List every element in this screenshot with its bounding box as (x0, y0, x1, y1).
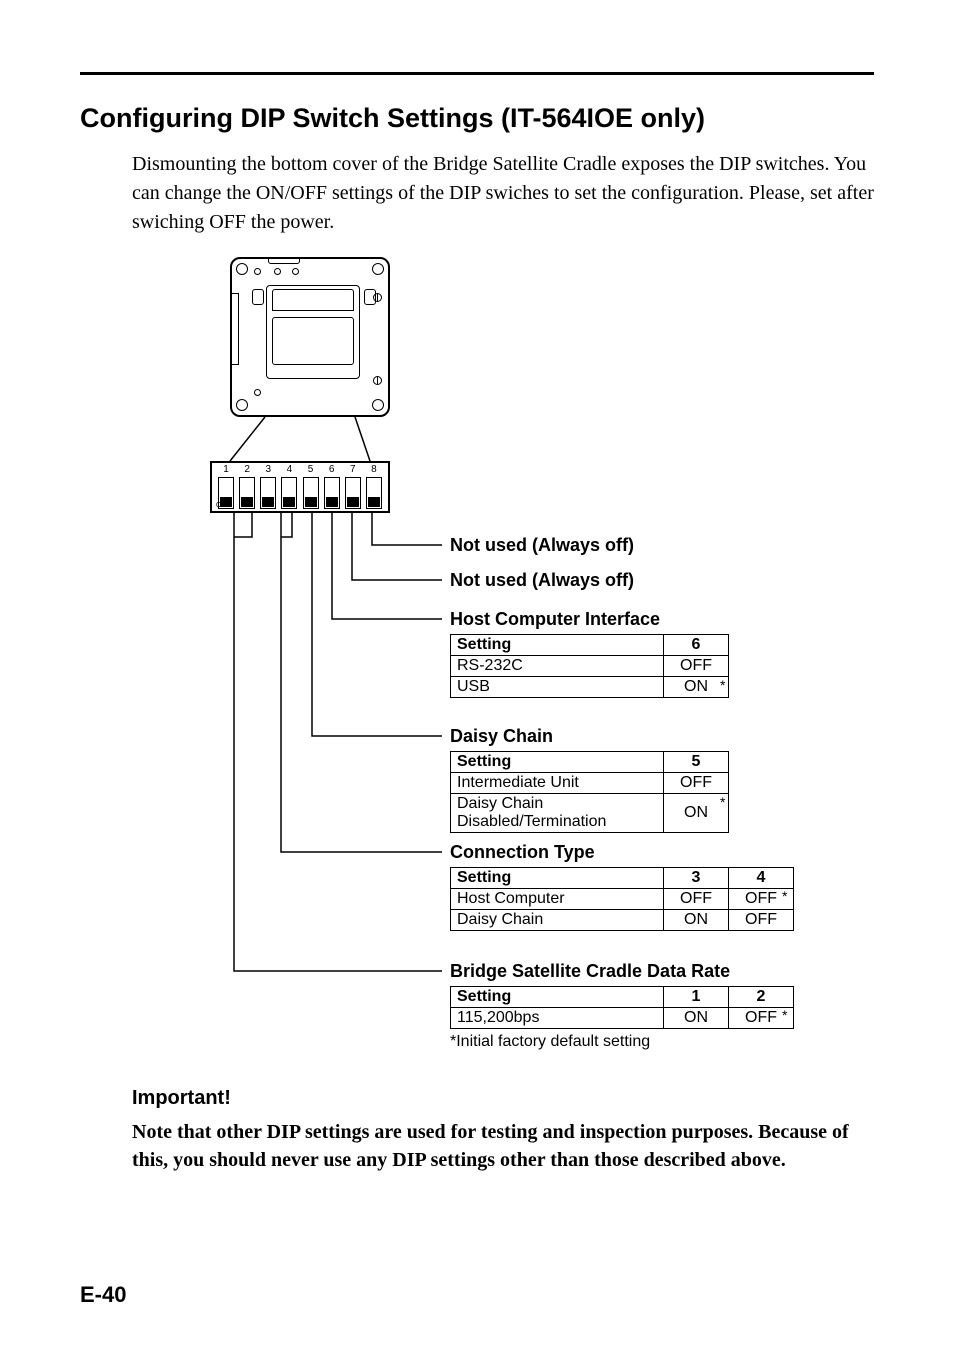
dip-num: 6 (329, 465, 335, 475)
th: 1 (664, 987, 729, 1008)
important-body: Note that other DIP settings are used fo… (132, 1118, 874, 1174)
th: 4 (729, 868, 794, 889)
th: 3 (664, 868, 729, 889)
default-asterisk: * (778, 888, 787, 904)
dip-num: 1 (223, 465, 229, 475)
th: 6 (664, 635, 729, 656)
dip-num: 4 (287, 465, 293, 475)
th: 2 (729, 987, 794, 1008)
th: Setting (451, 752, 664, 773)
td: OFF (664, 773, 729, 794)
section-daisy-chain-title: Daisy Chain (450, 726, 729, 747)
dip-num: 8 (371, 465, 377, 475)
th: Setting (451, 868, 664, 889)
td: USB (451, 677, 664, 698)
dip-diagram: OFF 1 2 3 4 5 6 7 8 (80, 257, 874, 1077)
important-heading: Important! (132, 1087, 874, 1110)
page-number: E-40 (80, 1282, 126, 1308)
section-notused-8: Not used (Always off) (450, 535, 634, 556)
table-daisy-chain: Setting 5 Intermediate Unit OFF Daisy Ch… (450, 751, 729, 833)
td: 115,200bps (451, 1008, 664, 1029)
default-asterisk: * (716, 677, 725, 693)
section-notused-7: Not used (Always off) (450, 570, 634, 591)
td: ON (664, 910, 729, 931)
table-host-interface: Setting 6 RS-232C OFF USB ON (450, 634, 729, 698)
section-data-rate-title: Bridge Satellite Cradle Data Rate (450, 961, 794, 982)
dip-num: 7 (350, 465, 356, 475)
td: OFF (729, 910, 794, 931)
dip-num: 3 (266, 465, 272, 475)
td: Daisy Chain (451, 910, 664, 931)
td: RS-232C (451, 656, 664, 677)
intro-paragraph: Dismounting the bottom cover of the Brid… (132, 150, 874, 237)
table-data-rate: Setting 1 2 115,200bps ON OFF (450, 986, 794, 1029)
td: Host Computer (451, 889, 664, 910)
section-host-interface-title: Host Computer Interface (450, 609, 729, 630)
td: Intermediate Unit (451, 773, 664, 794)
table-connection-type: Setting 3 4 Host Computer OFF OFF Daisy … (450, 867, 794, 931)
td: ON (664, 1008, 729, 1029)
th: Setting (451, 635, 664, 656)
td: OFF (664, 656, 729, 677)
page-title: Configuring DIP Switch Settings (IT-564I… (80, 103, 874, 134)
dip-num: 5 (308, 465, 314, 475)
device-illustration (230, 257, 390, 417)
td: Daisy Chain Disabled/Termination (451, 794, 664, 833)
dip-num: 2 (244, 465, 250, 475)
footnote: *Initial factory default setting (450, 1033, 794, 1051)
section-connection-type-title: Connection Type (450, 842, 794, 863)
td: OFF (664, 889, 729, 910)
dip-switch-block: OFF 1 2 3 4 5 6 7 8 (210, 461, 390, 513)
default-asterisk: * (716, 794, 725, 810)
th: 5 (664, 752, 729, 773)
th: Setting (451, 987, 664, 1008)
default-asterisk: * (778, 1007, 787, 1023)
